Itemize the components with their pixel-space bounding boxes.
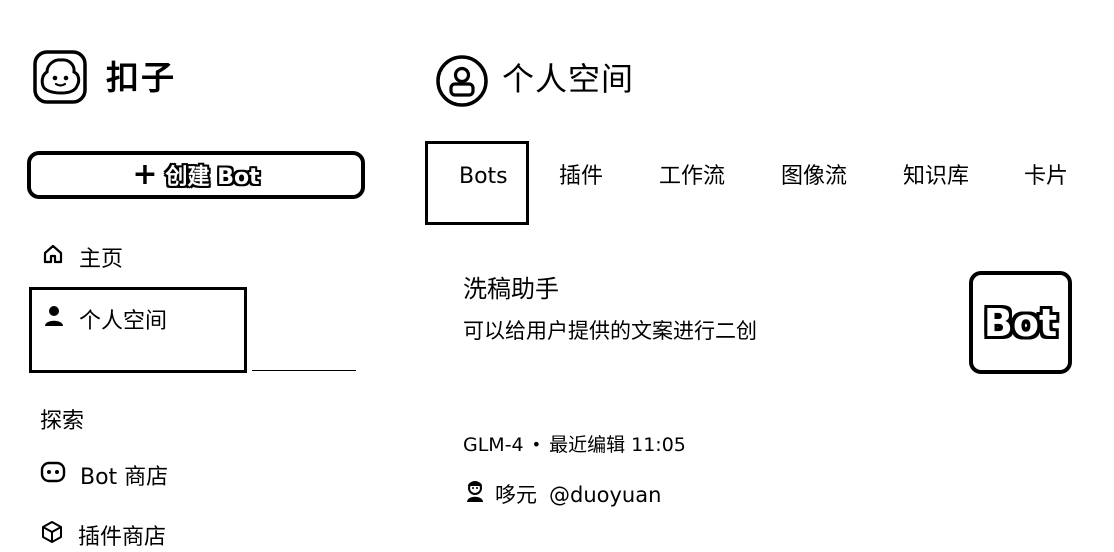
tab-cards[interactable]: 卡片 <box>1024 160 1068 194</box>
coze-logo-icon <box>33 50 87 104</box>
sidebar-item-label: 个人空间 <box>79 309 168 334</box>
sidebar-item-label: Bot 商店 <box>80 465 169 490</box>
section-heading-explore: 探索 <box>40 409 85 434</box>
home-icon <box>41 242 65 272</box>
cube-icon <box>40 520 64 550</box>
tab-knowledge[interactable]: 知识库 <box>903 160 969 194</box>
sidebar-item-bot-store[interactable]: Bot 商店 <box>40 458 168 492</box>
bot-card-author: 哆元 @duoyuan <box>463 477 661 512</box>
bot-card-title[interactable]: 洗稿助手 <box>463 272 559 306</box>
bot-edited-time: 最近编辑 11:05 <box>549 434 686 456</box>
page-title: 个人空间 <box>502 60 635 98</box>
plus-icon: + <box>132 157 158 192</box>
bot-card-meta: GLM-4 • 最近编辑 11:05 <box>463 431 686 459</box>
sidebar-item-home[interactable]: 主页 <box>41 240 123 274</box>
tab-plugins[interactable]: 插件 <box>559 160 603 194</box>
user-circle-icon <box>435 54 489 108</box>
brand-name: 扣子 <box>106 58 176 97</box>
person-icon <box>43 304 65 334</box>
bot-face-icon <box>40 460 66 490</box>
author-name: 哆元 <box>495 482 537 507</box>
sidebar-item-label: 主页 <box>79 247 124 272</box>
bot-card-description: 可以给用户提供的文案进行二创 <box>463 319 757 343</box>
tab-bots[interactable]: Bots <box>459 160 508 194</box>
author-avatar-icon <box>463 477 487 512</box>
sidebar-item-plugin-store[interactable]: 插件商店 <box>40 518 166 552</box>
separator-dot: • <box>531 435 542 454</box>
tab-imageflow[interactable]: 图像流 <box>781 160 847 194</box>
create-bot-label: 创建 Bot <box>165 165 260 190</box>
bot-card-avatar[interactable]: Bot <box>969 271 1072 374</box>
bot-model: GLM-4 <box>463 434 524 456</box>
author-handle: @duoyuan <box>549 482 662 507</box>
sidebar-item-personal-space[interactable]: 个人空间 <box>43 302 167 336</box>
bot-avatar-text: Bot <box>983 300 1058 345</box>
tab-workflow[interactable]: 工作流 <box>659 160 725 194</box>
create-bot-button[interactable]: + 创建 Bot <box>27 151 365 199</box>
sidebar-item-label: 插件商店 <box>78 525 167 550</box>
divider <box>252 370 356 371</box>
